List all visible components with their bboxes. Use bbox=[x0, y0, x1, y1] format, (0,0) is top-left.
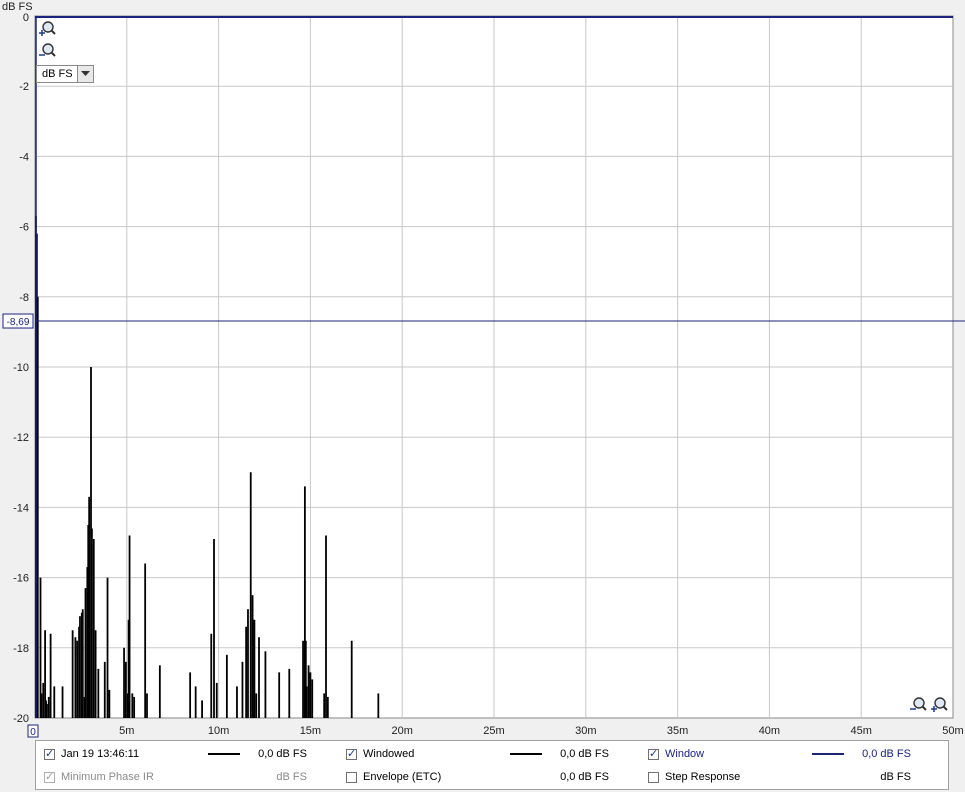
x-tick-label: 40m bbox=[759, 725, 780, 737]
x-tick-label: 35m bbox=[667, 725, 688, 737]
x-tick-label: 5m bbox=[119, 725, 134, 737]
x-tick-label: 20m bbox=[391, 725, 412, 737]
x-tick-label: 25m bbox=[483, 725, 504, 737]
y-tick-label: -16 bbox=[13, 573, 29, 585]
y-tick-label: -18 bbox=[13, 643, 29, 655]
y-tick-label: -4 bbox=[19, 151, 29, 163]
zoom-in-icon[interactable] bbox=[930, 696, 948, 714]
x-cursor-label: 0 bbox=[30, 727, 36, 738]
checkbox bbox=[44, 770, 55, 783]
legend-label: Jan 19 13:46:11 bbox=[61, 748, 140, 760]
cursor-value-label: -8,69 bbox=[7, 317, 30, 328]
y-tick-label: -6 bbox=[19, 222, 29, 234]
chevron-down-icon[interactable] bbox=[77, 66, 93, 82]
checkbox[interactable] bbox=[346, 771, 357, 783]
checkbox[interactable] bbox=[44, 747, 55, 760]
y-tick-label: -20 bbox=[13, 713, 29, 725]
legend-item-minimum-phase: Minimum Phase IR bbox=[44, 767, 154, 787]
unit-dropdown-value: dB FS bbox=[42, 68, 73, 80]
x-tick-label: 30m bbox=[575, 725, 596, 737]
y-tick-label: -8 bbox=[19, 292, 29, 304]
legend-value: 0,0 dB FS bbox=[258, 748, 307, 760]
legend-item-windowed[interactable]: Windowed bbox=[346, 744, 414, 764]
legend-item-step-response[interactable]: Step Response bbox=[648, 767, 740, 787]
zoom-in-icon[interactable] bbox=[38, 20, 56, 38]
legend-item-measurement[interactable]: Jan 19 13:46:11 bbox=[44, 744, 139, 764]
y-tick-label: -12 bbox=[13, 432, 29, 444]
chart-area[interactable]: dB FS 5m 10m 15m 20m 25m 30m 35m 40m 45m 50m 0 -2 -4… bbox=[0, 0, 965, 740]
unit-dropdown[interactable]: dB FS bbox=[36, 65, 94, 83]
y-tick-label: 0 bbox=[23, 12, 29, 24]
legend-value: dB FS bbox=[276, 771, 307, 783]
legend-value: 0,0 dB FS bbox=[862, 748, 911, 760]
y-tick-label: -14 bbox=[13, 502, 29, 514]
legend-value: 0,0 dB FS bbox=[560, 748, 609, 760]
impulse-chart[interactable]: dB FS 5m 10m 15m 20m 25m 30m 35m 40m 45m 50m 0 -2 -4… bbox=[0, 0, 965, 740]
legend-label: Step Response bbox=[665, 771, 741, 783]
x-tick-label: 10m bbox=[208, 725, 229, 737]
legend-label: Envelope (ETC) bbox=[363, 771, 442, 783]
legend-value: 0,0 dB FS bbox=[560, 771, 609, 783]
legend-value: dB FS bbox=[880, 771, 911, 783]
checkbox[interactable] bbox=[648, 771, 659, 783]
legend-item-envelope[interactable]: Envelope (ETC) bbox=[346, 767, 441, 787]
y-tick-label: -10 bbox=[13, 362, 29, 374]
x-tick-label: 45m bbox=[850, 725, 871, 737]
legend-item-window[interactable]: Window bbox=[648, 744, 704, 764]
zoom-out-icon[interactable] bbox=[38, 42, 56, 60]
x-tick-label: 15m bbox=[300, 725, 321, 737]
legend-label: Window bbox=[665, 748, 705, 760]
legend-panel: Jan 19 13:46:11 0,0 dB FS Windowed 0,0 d… bbox=[35, 740, 949, 790]
x-tick-label: 50m bbox=[942, 725, 963, 737]
zoom-out-icon[interactable] bbox=[909, 696, 927, 714]
legend-label: Minimum Phase IR bbox=[61, 771, 154, 783]
legend-label: Windowed bbox=[363, 748, 415, 760]
y-tick-label: -2 bbox=[19, 81, 29, 93]
checkbox[interactable] bbox=[648, 747, 659, 760]
checkbox[interactable] bbox=[346, 747, 357, 760]
